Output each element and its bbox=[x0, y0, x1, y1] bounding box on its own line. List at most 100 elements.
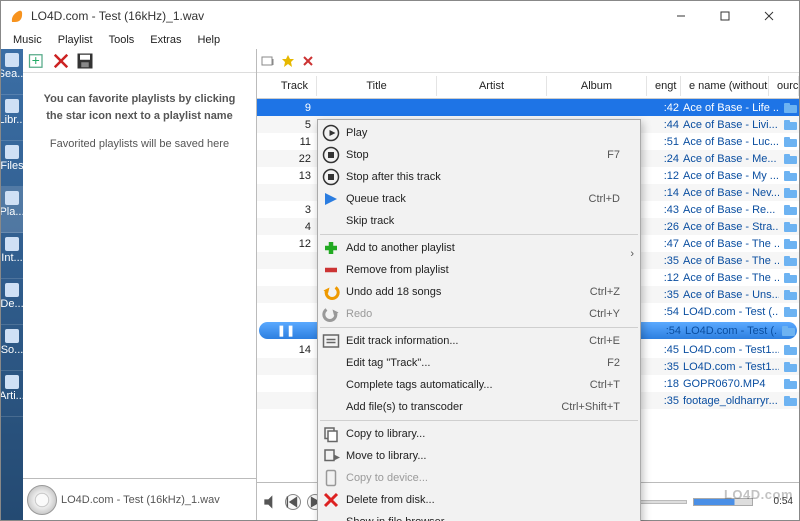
menu-playlist[interactable]: Playlist bbox=[52, 33, 99, 47]
menu-item[interactable]: Remove from playlist bbox=[318, 259, 640, 281]
edit-icon bbox=[322, 333, 340, 349]
close-button[interactable] bbox=[747, 2, 791, 30]
col-length[interactable]: engt bbox=[647, 76, 681, 96]
row-filename: Ace of Base - Life ... bbox=[681, 102, 779, 114]
menu-item[interactable]: Show in file browser... bbox=[318, 511, 640, 521]
menu-item-shortcut: Ctrl+Z bbox=[590, 286, 620, 298]
sidebar-tab[interactable]: Arti... bbox=[1, 371, 23, 417]
sidebar-tab-label: Pla... bbox=[1, 206, 23, 218]
menu-item[interactable]: Edit track information...Ctrl+E bbox=[318, 330, 640, 352]
row-length: :43 bbox=[647, 204, 681, 216]
menu-tools[interactable]: Tools bbox=[103, 33, 141, 47]
row-filename: Ace of Base - Nev... bbox=[681, 187, 779, 199]
sidebar-tab-label: Libr... bbox=[1, 114, 23, 126]
menu-item[interactable]: Move to library... bbox=[318, 445, 640, 467]
stop-icon bbox=[322, 147, 340, 163]
menu-item[interactable]: Complete tags automatically...Ctrl+T bbox=[318, 374, 640, 396]
folder-icon bbox=[783, 238, 799, 250]
folder-icon bbox=[783, 153, 799, 165]
sidebar-tab[interactable]: De... bbox=[1, 279, 23, 325]
row-length: :14 bbox=[647, 187, 681, 199]
menu-item-shortcut: Ctrl+D bbox=[589, 193, 620, 205]
menu-item[interactable]: Add to another playlist bbox=[318, 237, 640, 259]
delete-playlist-button[interactable] bbox=[51, 51, 71, 71]
col-artist[interactable]: Artist bbox=[437, 76, 547, 96]
sidebar-tab[interactable]: Libr... bbox=[1, 95, 23, 141]
folder-icon bbox=[783, 102, 799, 114]
sidebar-tab[interactable]: So... bbox=[1, 325, 23, 371]
row-length: :12 bbox=[647, 272, 681, 284]
minimize-button[interactable] bbox=[659, 2, 703, 30]
row-length: :45 bbox=[647, 344, 681, 356]
volume-icon[interactable] bbox=[263, 494, 279, 510]
menu-item[interactable]: Copy to library... bbox=[318, 423, 640, 445]
menu-item[interactable]: Play bbox=[318, 122, 640, 144]
sidebar-tab-icon bbox=[5, 99, 19, 113]
col-track[interactable]: Track bbox=[257, 76, 317, 96]
folder-icon bbox=[781, 325, 797, 337]
menu-separator bbox=[320, 234, 638, 235]
undo-icon bbox=[322, 284, 340, 300]
new-playlist-button[interactable]: + bbox=[27, 51, 47, 71]
menu-item-label: Remove from playlist bbox=[346, 264, 620, 276]
row-filename: LO4D.com - Test (... bbox=[683, 325, 777, 337]
menu-item[interactable]: StopF7 bbox=[318, 144, 640, 166]
sidebar-tab-icon bbox=[5, 283, 19, 297]
sidebar-tab[interactable]: Int... bbox=[1, 233, 23, 279]
col-title[interactable]: Title bbox=[317, 76, 437, 96]
blank-icon bbox=[322, 514, 340, 521]
device-icon bbox=[322, 470, 340, 486]
remove-icon bbox=[322, 262, 340, 278]
menu-item[interactable]: Undo add 18 songsCtrl+Z bbox=[318, 281, 640, 303]
menu-extras[interactable]: Extras bbox=[144, 33, 187, 47]
row-length: :42 bbox=[647, 102, 681, 114]
row-filename: Ace of Base - Uns... bbox=[681, 289, 779, 301]
menu-music[interactable]: Music bbox=[7, 33, 48, 47]
menu-item-label: Copy to device... bbox=[346, 472, 620, 484]
menu-item-label: Edit track information... bbox=[346, 335, 583, 347]
row-length: :44 bbox=[647, 119, 681, 131]
sidebar-tab[interactable]: Sea... bbox=[1, 49, 23, 95]
row-tracknum: 11 bbox=[257, 136, 317, 148]
save-playlist-button[interactable] bbox=[75, 51, 95, 71]
row-filename: Ace of Base - The ... bbox=[681, 255, 779, 267]
row-tracknum: 4 bbox=[257, 221, 317, 233]
menu-item: RedoCtrl+Y bbox=[318, 303, 640, 325]
close-tab-button[interactable] bbox=[301, 54, 315, 68]
sidebar-tab-label: So... bbox=[1, 344, 23, 356]
prev-button[interactable] bbox=[285, 494, 301, 510]
sidebar-tab[interactable]: Files bbox=[1, 141, 23, 187]
playlists-toolbar: + bbox=[23, 49, 256, 73]
sidebar-tab[interactable]: Pla... bbox=[1, 187, 23, 233]
add-icon bbox=[322, 240, 340, 256]
col-album[interactable]: Album bbox=[547, 76, 647, 96]
menu-item-label: Add to another playlist bbox=[346, 242, 614, 254]
maximize-button[interactable] bbox=[703, 2, 747, 30]
menu-item[interactable]: Stop after this track bbox=[318, 166, 640, 188]
row-filename: Ace of Base - The ... bbox=[681, 272, 779, 284]
menu-item[interactable]: Delete from disk... bbox=[318, 489, 640, 511]
row-length: :18 bbox=[647, 378, 681, 390]
menu-item[interactable]: Edit tag "Track"...F2 bbox=[318, 352, 640, 374]
favorites-hint: You can favorite playlists by clicking t… bbox=[23, 73, 256, 478]
table-row[interactable]: 9:42Ace of Base - Life ... bbox=[257, 99, 799, 116]
column-headers: Track Title Artist Album engt e name (wi… bbox=[257, 73, 799, 99]
star-button[interactable] bbox=[281, 54, 295, 68]
new-tab-button[interactable] bbox=[261, 54, 275, 68]
col-filename[interactable]: e name (without pa bbox=[681, 76, 769, 96]
row-length: :35 bbox=[647, 395, 681, 407]
menu-item[interactable]: Queue trackCtrl+D bbox=[318, 188, 640, 210]
menu-help[interactable]: Help bbox=[191, 33, 226, 47]
row-length: :35 bbox=[647, 361, 681, 373]
col-source[interactable]: ourc bbox=[769, 76, 799, 96]
app-icon bbox=[9, 8, 25, 24]
folder-icon bbox=[783, 221, 799, 233]
menu-item[interactable]: Add file(s) to transcoderCtrl+Shift+T bbox=[318, 396, 640, 418]
favorites-hint-line1: You can favorite playlists by clicking t… bbox=[41, 91, 238, 124]
menu-item[interactable]: Skip track bbox=[318, 210, 640, 232]
playlists-pane: + You can favorite playlists by clicking… bbox=[23, 49, 257, 520]
menu-item-label: Skip track bbox=[346, 215, 620, 227]
redo-icon bbox=[322, 306, 340, 322]
row-filename: LO4D.com - Test (... bbox=[681, 306, 779, 318]
row-filename: Ace of Base - Me... bbox=[681, 153, 779, 165]
